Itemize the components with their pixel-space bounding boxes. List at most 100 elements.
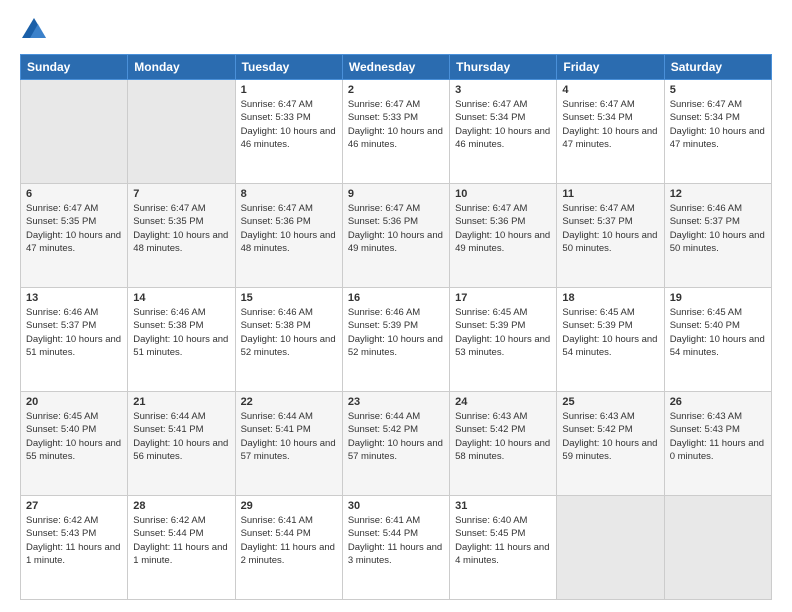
day-number: 9 <box>348 188 444 200</box>
calendar-cell <box>557 496 664 600</box>
calendar-cell: 13 Sunrise: 6:46 AM Sunset: 5:37 PM Dayli… <box>21 288 128 392</box>
logo <box>20 16 52 44</box>
calendar-cell: 5 Sunrise: 6:47 AM Sunset: 5:34 PM Daylig… <box>664 80 771 184</box>
day-info: Sunrise: 6:45 AM Sunset: 5:40 PM Dayligh… <box>670 306 766 359</box>
day-number: 3 <box>455 84 551 96</box>
day-info: Sunrise: 6:45 AM Sunset: 5:39 PM Dayligh… <box>562 306 658 359</box>
day-info: Sunrise: 6:47 AM Sunset: 5:34 PM Dayligh… <box>562 98 658 151</box>
day-number: 17 <box>455 292 551 304</box>
calendar-cell: 21 Sunrise: 6:44 AM Sunset: 5:41 PM Dayli… <box>128 392 235 496</box>
day-number: 27 <box>26 500 122 512</box>
calendar-cell: 28 Sunrise: 6:42 AM Sunset: 5:44 PM Dayli… <box>128 496 235 600</box>
day-number: 19 <box>670 292 766 304</box>
day-info: Sunrise: 6:43 AM Sunset: 5:42 PM Dayligh… <box>562 410 658 463</box>
day-number: 2 <box>348 84 444 96</box>
day-info: Sunrise: 6:40 AM Sunset: 5:45 PM Dayligh… <box>455 514 551 567</box>
header <box>20 16 772 44</box>
day-info: Sunrise: 6:41 AM Sunset: 5:44 PM Dayligh… <box>241 514 337 567</box>
calendar-week-row: 1 Sunrise: 6:47 AM Sunset: 5:33 PM Daylig… <box>21 80 772 184</box>
calendar-cell: 19 Sunrise: 6:45 AM Sunset: 5:40 PM Dayli… <box>664 288 771 392</box>
calendar-cell: 20 Sunrise: 6:45 AM Sunset: 5:40 PM Dayli… <box>21 392 128 496</box>
day-info: Sunrise: 6:46 AM Sunset: 5:38 PM Dayligh… <box>133 306 229 359</box>
calendar-cell: 14Sunrise: 6:46 AM Sunset: 5:38 PM Dayli… <box>128 288 235 392</box>
calendar-cell: 6Sunrise: 6:47 AM Sunset: 5:35 PM Daylig… <box>21 184 128 288</box>
calendar-cell: 4 Sunrise: 6:47 AM Sunset: 5:34 PM Daylig… <box>557 80 664 184</box>
calendar-cell: 23 Sunrise: 6:44 AM Sunset: 5:42 PM Dayli… <box>342 392 449 496</box>
day-info: Sunrise: 6:44 AM Sunset: 5:41 PM Dayligh… <box>241 410 337 463</box>
day-info: Sunrise: 6:47 AM Sunset: 5:34 PM Dayligh… <box>455 98 551 151</box>
calendar-week-row: 27 Sunrise: 6:42 AM Sunset: 5:43 PM Dayli… <box>21 496 772 600</box>
day-info: Sunrise: 6:46 AM Sunset: 5:38 PM Dayligh… <box>241 306 337 359</box>
calendar-cell: 25 Sunrise: 6:43 AM Sunset: 5:42 PM Dayli… <box>557 392 664 496</box>
day-info: Sunrise: 6:47 AM Sunset: 5:37 PM Dayligh… <box>562 202 658 255</box>
day-number: 24 <box>455 396 551 408</box>
calendar-cell: 31Sunrise: 6:40 AM Sunset: 5:45 PM Dayli… <box>450 496 557 600</box>
calendar-cell: 12 Sunrise: 6:46 AM Sunset: 5:37 PM Dayli… <box>664 184 771 288</box>
day-number: 28 <box>133 500 229 512</box>
day-of-week-header: Monday <box>128 55 235 80</box>
day-info: Sunrise: 6:45 AM Sunset: 5:40 PM Dayligh… <box>26 410 122 463</box>
day-number: 13 <box>26 292 122 304</box>
calendar-cell: 16 Sunrise: 6:46 AM Sunset: 5:39 PM Dayli… <box>342 288 449 392</box>
day-number: 4 <box>562 84 658 96</box>
day-info: Sunrise: 6:47 AM Sunset: 5:33 PM Dayligh… <box>348 98 444 151</box>
day-number: 11 <box>562 188 658 200</box>
calendar-cell: 30Sunrise: 6:41 AM Sunset: 5:44 PM Dayli… <box>342 496 449 600</box>
day-of-week-header: Thursday <box>450 55 557 80</box>
day-info: Sunrise: 6:46 AM Sunset: 5:37 PM Dayligh… <box>670 202 766 255</box>
calendar-cell: 26 Sunrise: 6:43 AM Sunset: 5:43 PM Dayli… <box>664 392 771 496</box>
calendar-cell: 29Sunrise: 6:41 AM Sunset: 5:44 PM Dayli… <box>235 496 342 600</box>
day-info: Sunrise: 6:44 AM Sunset: 5:42 PM Dayligh… <box>348 410 444 463</box>
day-info: Sunrise: 6:47 AM Sunset: 5:35 PM Dayligh… <box>133 202 229 255</box>
calendar-cell: 3 Sunrise: 6:47 AM Sunset: 5:34 PM Daylig… <box>450 80 557 184</box>
calendar-week-row: 20 Sunrise: 6:45 AM Sunset: 5:40 PM Dayli… <box>21 392 772 496</box>
calendar-cell: 1 Sunrise: 6:47 AM Sunset: 5:33 PM Daylig… <box>235 80 342 184</box>
calendar-week-row: 6 Sunrise: 6:47 AM Sunset: 5:35 PM Daylig… <box>21 184 772 288</box>
day-number: 12 <box>670 188 766 200</box>
day-info: Sunrise: 6:43 AM Sunset: 5:43 PM Dayligh… <box>670 410 766 463</box>
calendar-cell: 7Sunrise: 6:47 AM Sunset: 5:35 PM Daylig… <box>128 184 235 288</box>
day-info: Sunrise: 6:46 AM Sunset: 5:39 PM Dayligh… <box>348 306 444 359</box>
calendar-week-row: 13 Sunrise: 6:46 AM Sunset: 5:37 PM Dayli… <box>21 288 772 392</box>
day-info: Sunrise: 6:47 AM Sunset: 5:36 PM Dayligh… <box>455 202 551 255</box>
day-number: 10 <box>455 188 551 200</box>
day-number: 15 <box>241 292 337 304</box>
day-number: 18 <box>562 292 658 304</box>
day-of-week-header: Friday <box>557 55 664 80</box>
day-info: Sunrise: 6:47 AM Sunset: 5:36 PM Dayligh… <box>241 202 337 255</box>
calendar-table: SundayMondayTuesdayWednesdayThursdayFrid… <box>20 54 772 600</box>
calendar-header-row: SundayMondayTuesdayWednesdayThursdayFrid… <box>21 55 772 80</box>
day-number: 20 <box>26 396 122 408</box>
calendar-cell: 18 Sunrise: 6:45 AM Sunset: 5:39 PM Dayli… <box>557 288 664 392</box>
day-number: 1 <box>241 84 337 96</box>
day-info: Sunrise: 6:47 AM Sunset: 5:33 PM Dayligh… <box>241 98 337 151</box>
day-number: 30 <box>348 500 444 512</box>
day-info: Sunrise: 6:47 AM Sunset: 5:34 PM Dayligh… <box>670 98 766 151</box>
day-info: Sunrise: 6:47 AM Sunset: 5:36 PM Dayligh… <box>348 202 444 255</box>
day-number: 6 <box>26 188 122 200</box>
day-of-week-header: Wednesday <box>342 55 449 80</box>
calendar-cell: 11 Sunrise: 6:47 AM Sunset: 5:37 PM Dayli… <box>557 184 664 288</box>
day-number: 22 <box>241 396 337 408</box>
day-info: Sunrise: 6:44 AM Sunset: 5:41 PM Dayligh… <box>133 410 229 463</box>
day-number: 23 <box>348 396 444 408</box>
calendar-cell: 10 Sunrise: 6:47 AM Sunset: 5:36 PM Dayli… <box>450 184 557 288</box>
day-of-week-header: Tuesday <box>235 55 342 80</box>
day-of-week-header: Saturday <box>664 55 771 80</box>
day-info: Sunrise: 6:42 AM Sunset: 5:43 PM Dayligh… <box>26 514 122 567</box>
day-number: 25 <box>562 396 658 408</box>
day-number: 5 <box>670 84 766 96</box>
page: SundayMondayTuesdayWednesdayThursdayFrid… <box>0 0 792 612</box>
day-number: 21 <box>133 396 229 408</box>
day-of-week-header: Sunday <box>21 55 128 80</box>
day-info: Sunrise: 6:42 AM Sunset: 5:44 PM Dayligh… <box>133 514 229 567</box>
calendar-cell: 27 Sunrise: 6:42 AM Sunset: 5:43 PM Dayli… <box>21 496 128 600</box>
day-number: 8 <box>241 188 337 200</box>
day-number: 26 <box>670 396 766 408</box>
calendar-cell <box>21 80 128 184</box>
day-info: Sunrise: 6:46 AM Sunset: 5:37 PM Dayligh… <box>26 306 122 359</box>
day-info: Sunrise: 6:45 AM Sunset: 5:39 PM Dayligh… <box>455 306 551 359</box>
day-info: Sunrise: 6:43 AM Sunset: 5:42 PM Dayligh… <box>455 410 551 463</box>
calendar-cell: 17 Sunrise: 6:45 AM Sunset: 5:39 PM Dayli… <box>450 288 557 392</box>
day-number: 16 <box>348 292 444 304</box>
